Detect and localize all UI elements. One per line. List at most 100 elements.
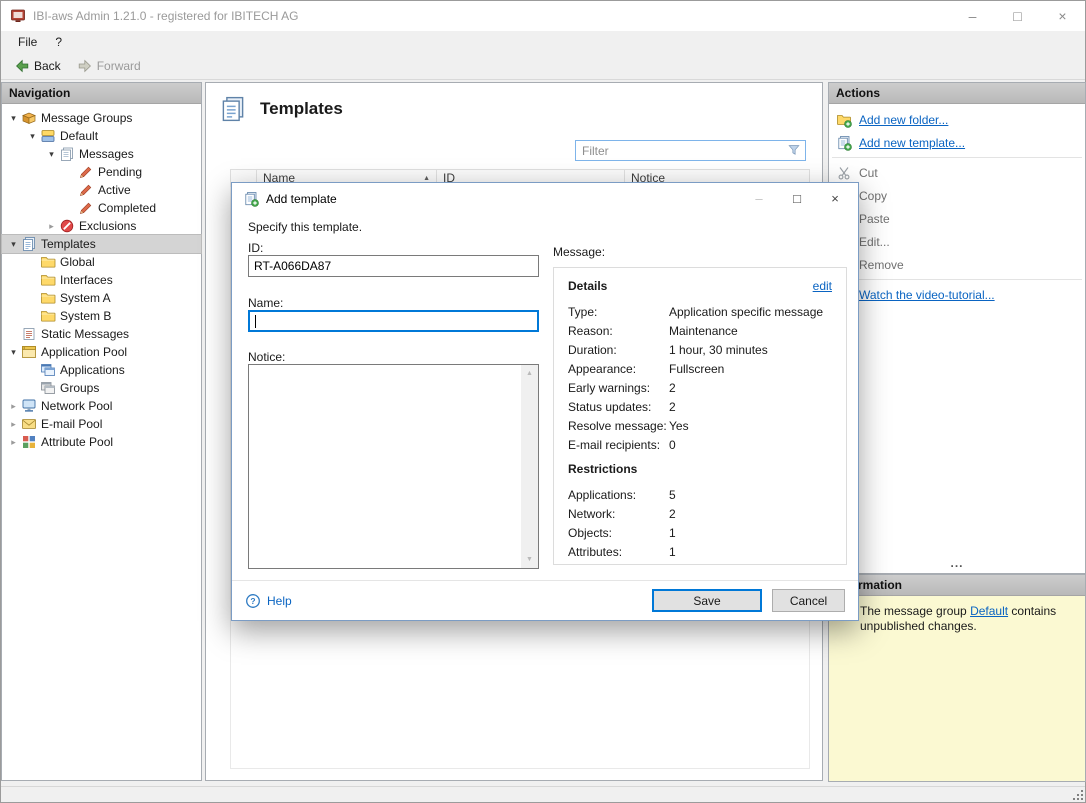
tree-item-exclusions[interactable]: ▸ Exclusions	[2, 217, 201, 235]
app-window: IBI-aws Admin 1.21.0 - registered for IB…	[0, 0, 1086, 803]
notice-scrollbar[interactable]: ▲ ▼	[521, 365, 538, 568]
tree-item-label: Exclusions	[79, 219, 136, 233]
help-button[interactable]: ? Help	[245, 593, 292, 609]
tree-item-label: Attribute Pool	[41, 435, 113, 449]
sort-ascending-icon: ▲	[423, 175, 430, 182]
dialog-subtitle: Specify this template.	[248, 220, 362, 234]
folder-icon	[40, 254, 56, 270]
chevron-expanded-icon[interactable]: ▾	[44, 149, 59, 160]
tree-item-active[interactable]: Active	[2, 181, 201, 199]
resize-grip[interactable]	[1072, 789, 1083, 800]
chevron-collapsed-icon[interactable]: ▸	[6, 437, 21, 448]
forward-button[interactable]: Forward	[70, 56, 148, 76]
action-watch-the-video-tutorial[interactable]: Watch the video-tutorial...	[829, 283, 1085, 306]
detail-row-duration: Duration:1 hour, 30 minutes	[568, 340, 832, 359]
application-pool-icon	[21, 344, 37, 360]
groups-icon	[40, 380, 56, 396]
message-groups-icon	[21, 110, 37, 126]
dialog-title-bar[interactable]: Add template – □ ×	[232, 183, 858, 214]
tree-item-completed[interactable]: Completed	[2, 199, 201, 217]
minimize-button[interactable]: –	[950, 1, 995, 31]
scroll-up-icon[interactable]: ▲	[521, 365, 538, 382]
tree-item-attribute-pool[interactable]: ▸ Attribute Pool	[2, 433, 201, 451]
messages-icon	[59, 146, 75, 162]
tree-item-global[interactable]: Global	[2, 253, 201, 271]
id-input[interactable]	[248, 255, 539, 277]
tree-item-messages[interactable]: ▾Messages	[2, 145, 201, 163]
tree-item-templates[interactable]: ▾Templates	[2, 235, 201, 253]
title-bar[interactable]: IBI-aws Admin 1.21.0 - registered for IB…	[1, 1, 1085, 31]
dialog-minimize-button[interactable]: –	[740, 183, 778, 214]
navigation-panel: Navigation ▾Message Groups▾Default▾Messa…	[1, 82, 202, 781]
tree-item-message-groups[interactable]: ▾Message Groups	[2, 109, 201, 127]
close-button[interactable]: ×	[1040, 1, 1085, 31]
tree-item-system-a[interactable]: System A	[2, 289, 201, 307]
dialog-close-button[interactable]: ×	[816, 183, 854, 214]
action-cut: Cut	[829, 161, 1085, 184]
menu-item-help[interactable]: ?	[46, 33, 71, 51]
scroll-down-icon[interactable]: ▼	[521, 551, 538, 568]
tree-item-default[interactable]: ▾ Default	[2, 127, 201, 145]
tree-item-pending[interactable]: Pending	[2, 163, 201, 181]
scroll-track[interactable]	[521, 382, 538, 551]
tree-item-applications[interactable]: Applications	[2, 361, 201, 379]
chevron-expanded-icon[interactable]: ▾	[6, 239, 21, 250]
chevron-expanded-icon[interactable]: ▾	[6, 113, 21, 124]
panel-splitter[interactable]: ...	[829, 561, 1085, 571]
detail-row-resolve-message: Resolve message:Yes	[568, 416, 832, 435]
tree-item-network-pool[interactable]: ▸Network Pool	[2, 397, 201, 415]
detail-row-e-mail-recipients: E-mail recipients:0	[568, 435, 832, 454]
detail-row-reason: Reason:Maintenance	[568, 321, 832, 340]
pending-icon	[78, 164, 94, 180]
cancel-button[interactable]: Cancel	[772, 589, 845, 612]
tree-item-application-pool[interactable]: ▾Application Pool	[2, 343, 201, 361]
message-label: Message:	[553, 245, 605, 259]
page-header: Templates	[219, 95, 343, 123]
info-text-before: The message group	[860, 604, 970, 618]
filter-funnel-icon[interactable]	[787, 143, 801, 157]
back-arrow-icon	[14, 58, 30, 74]
help-icon: ?	[245, 593, 261, 609]
back-label: Back	[34, 59, 61, 73]
dialog-footer: ? Help Save Cancel	[232, 580, 858, 620]
action-add-new-folder[interactable]: Add new folder...	[829, 108, 1085, 131]
chevron-expanded-icon[interactable]: ▾	[6, 347, 21, 358]
name-label: Name:	[248, 296, 283, 310]
menu-item-file[interactable]: File	[9, 33, 46, 51]
action-add-new-template[interactable]: Add new template...	[829, 131, 1085, 154]
dialog-maximize-button[interactable]: □	[778, 183, 816, 214]
details-heading: Details	[568, 279, 607, 293]
detail-row-applications: Applications:5	[568, 485, 832, 504]
chevron-collapsed-icon[interactable]: ▸	[44, 221, 59, 232]
chevron-expanded-icon[interactable]: ▾	[25, 131, 40, 142]
action-remove: Remove	[829, 253, 1085, 276]
name-input[interactable]	[248, 310, 539, 332]
tree-item-e-mail-pool[interactable]: ▸E-mail Pool	[2, 415, 201, 433]
back-button[interactable]: Back	[7, 56, 68, 76]
add-template-icon	[243, 191, 259, 207]
tree-item-groups[interactable]: Groups	[2, 379, 201, 397]
default-group-link[interactable]: Default	[970, 604, 1008, 618]
save-button[interactable]: Save	[652, 589, 762, 612]
tree-item-system-b[interactable]: System B	[2, 307, 201, 325]
tree-item-static-messages[interactable]: Static Messages	[2, 325, 201, 343]
id-label: ID:	[248, 241, 263, 255]
tree-item-interfaces[interactable]: Interfaces	[2, 271, 201, 289]
exclusions-icon	[59, 218, 75, 234]
actions-divider	[832, 157, 1082, 158]
chevron-collapsed-icon[interactable]: ▸	[6, 401, 21, 412]
tree-item-label: Completed	[98, 201, 156, 215]
templates-page-icon	[219, 95, 247, 123]
edit-link[interactable]: edit	[813, 279, 832, 293]
folder-icon	[40, 308, 56, 324]
page-title: Templates	[260, 99, 343, 119]
tree-item-label: System A	[60, 291, 111, 305]
actions-panel: Actions Add new folder...Add new templat…	[828, 82, 1086, 574]
tree-item-label: Global	[60, 255, 95, 269]
filter-input[interactable]	[575, 140, 806, 161]
notice-textarea[interactable]: ▲ ▼	[248, 364, 539, 569]
message-details-panel: Details edit Type:Application specific m…	[553, 267, 847, 565]
tree-item-label: Default	[60, 129, 98, 143]
chevron-collapsed-icon[interactable]: ▸	[6, 419, 21, 430]
maximize-button[interactable]: □	[995, 1, 1040, 31]
